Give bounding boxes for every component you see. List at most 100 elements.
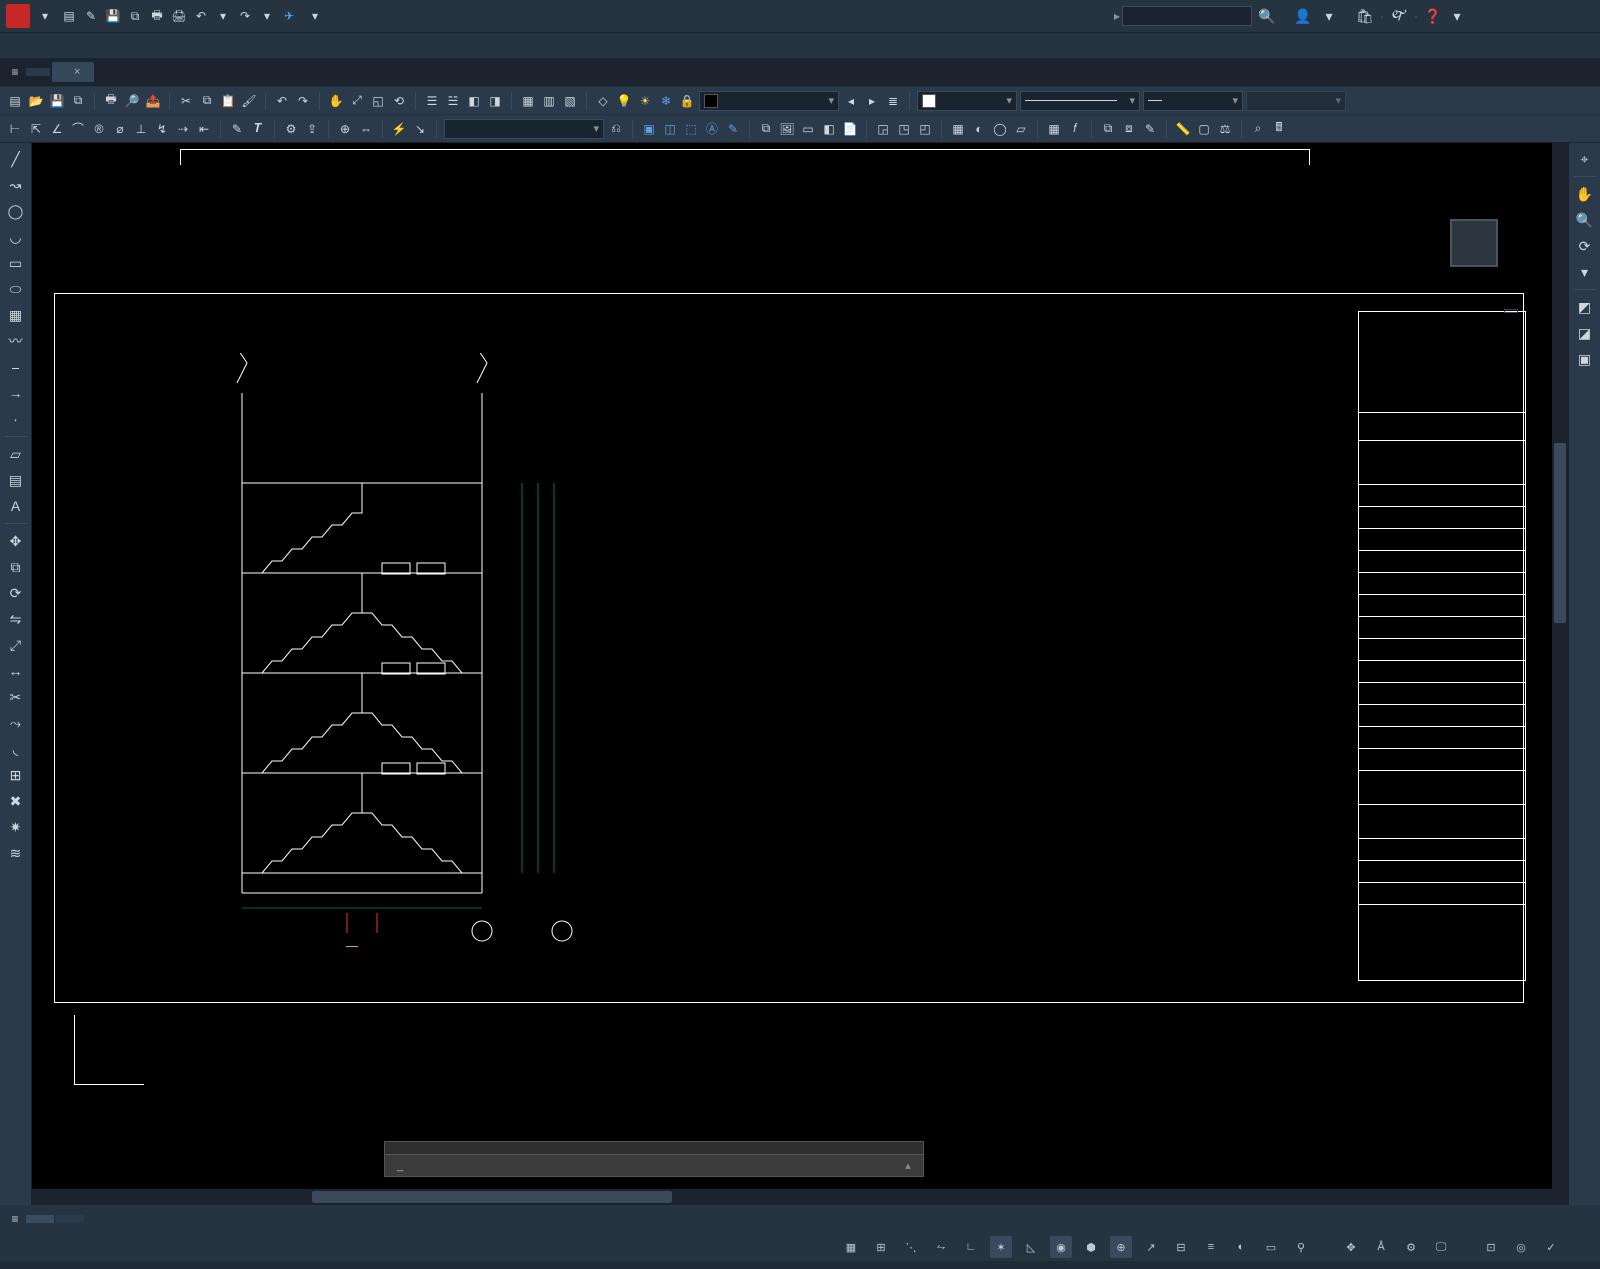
dim-angular-icon[interactable]: ∠ <box>48 120 66 138</box>
erase-icon[interactable]: ✖ <box>4 789 28 813</box>
qat-plot-icon[interactable]: 🖶 <box>148 7 166 25</box>
dim-jog-icon[interactable]: ↯ <box>153 120 171 138</box>
tab-new[interactable] <box>96 68 112 76</box>
tab-active[interactable]: × <box>52 62 94 82</box>
status-qs-icon[interactable]: ⚲ <box>1290 1236 1312 1258</box>
drawing-canvas[interactable]: _ ▴ <box>32 143 1568 1205</box>
rb-layers-icon[interactable]: ☱ <box>444 92 462 110</box>
battr-icon[interactable]: Ⓐ <box>703 120 721 138</box>
rb-saveas-icon[interactable]: ⧉ <box>69 92 87 110</box>
status-mon-icon[interactable]: 🖵 <box>1430 1236 1452 1258</box>
arc-icon[interactable]: ◡ <box>4 225 28 249</box>
status-hw-icon[interactable]: ⊡ <box>1480 1236 1502 1258</box>
rb-print-icon[interactable]: 🖶 <box>102 92 120 110</box>
scale-icon[interactable]: ⤢ <box>4 633 28 657</box>
qdim-icon[interactable]: ⚡ <box>390 120 408 138</box>
mldstyle-icon[interactable]: ⎌ <box>607 120 625 138</box>
status-ans-icon[interactable]: Å <box>1370 1236 1392 1258</box>
mirror-icon[interactable]: ⇋ <box>4 607 28 631</box>
rb-laywalk-icon[interactable]: ≣ <box>884 92 902 110</box>
dwf-icon[interactable]: ▭ <box>799 120 817 138</box>
rb-sun-icon[interactable]: ☀ <box>636 92 654 110</box>
layer-combo[interactable]: ▾ <box>699 91 839 111</box>
tab-layout-new[interactable] <box>86 1215 102 1223</box>
apps-icon[interactable]: 🙰 <box>1390 7 1408 25</box>
maximize-button[interactable] <box>1520 2 1556 30</box>
xref-icon[interactable]: ⧉ <box>757 120 775 138</box>
nav-pan-icon[interactable]: ✋ <box>1573 182 1597 206</box>
status-infer-icon[interactable]: ⋱ <box>900 1236 922 1258</box>
nav-zoom-icon[interactable]: 🔍 <box>1573 208 1597 232</box>
menu-help[interactable] <box>248 43 268 49</box>
viewcube[interactable] <box>1424 203 1524 303</box>
cart-icon[interactable]: 🛍 <box>1356 7 1374 25</box>
rb-open-icon[interactable]: 📂 <box>27 92 45 110</box>
rb-publish-icon[interactable]: 📤 <box>144 92 162 110</box>
offset-icon[interactable]: ≋ <box>4 841 28 865</box>
ellipse-icon[interactable]: ⬭ <box>4 277 28 301</box>
app-icon[interactable] <box>6 4 30 28</box>
docwin-close-icon[interactable] <box>1570 37 1588 55</box>
help-dd-icon[interactable]: ▾ <box>1448 7 1466 25</box>
status-ws-icon[interactable]: ⚙ <box>1400 1236 1422 1258</box>
ref2-icon[interactable]: ◳ <box>895 120 913 138</box>
rb-design-icon[interactable]: ◧ <box>465 92 483 110</box>
menu-dimension[interactable] <box>160 43 180 49</box>
search-icon[interactable]: 🔍 <box>1258 7 1276 25</box>
cmd-up-icon[interactable]: ▴ <box>899 1157 917 1175</box>
layouttabs-menu-icon[interactable]: ≡ <box>6 1210 24 1228</box>
filetab-menu-icon[interactable]: ≡ <box>6 63 24 81</box>
status-ortho-icon[interactable]: ∟ <box>960 1236 982 1258</box>
menu-format[interactable] <box>94 43 114 49</box>
rb-zoomext-icon[interactable]: ⤢ <box>348 92 366 110</box>
ray-icon[interactable]: → <box>4 381 28 405</box>
area-icon[interactable]: ▢ <box>1195 120 1213 138</box>
app-menu-dropdown-icon[interactable]: ▾ <box>36 7 54 25</box>
lineweight-combo[interactable]: ▾ <box>1143 91 1243 111</box>
rb-tpal3-icon[interactable]: ▧ <box>561 92 579 110</box>
rb-tpal1-icon[interactable]: ▦ <box>519 92 537 110</box>
rb-redo2-icon[interactable]: ↷ <box>294 92 312 110</box>
dim-arc-icon[interactable]: ⌒ <box>69 120 87 138</box>
pline-icon[interactable]: ↝ <box>4 173 28 197</box>
dgn-icon[interactable]: ◧ <box>820 120 838 138</box>
command-input[interactable] <box>409 1159 893 1172</box>
scrollbar-h[interactable] <box>32 1189 1552 1205</box>
dim-space-icon[interactable]: ⇔ <box>357 120 375 138</box>
rb-new-icon[interactable]: ▤ <box>6 92 24 110</box>
stretch-icon[interactable]: ↔ <box>4 659 28 683</box>
status-iso-icon[interactable]: ◺ <box>1020 1236 1042 1258</box>
minimize-button[interactable] <box>1482 2 1518 30</box>
rotate-icon[interactable]: ⟳ <box>4 581 28 605</box>
rb-lock-icon[interactable]: 🔒 <box>678 92 696 110</box>
point-icon[interactable]: · <box>4 407 28 431</box>
wblock-icon[interactable]: ⬚ <box>682 120 700 138</box>
login-button[interactable]: 👤 ▾ <box>1294 7 1338 25</box>
qat-undo-dd-icon[interactable]: ▾ <box>214 7 232 25</box>
mleader-icon[interactable]: ↘ <box>411 120 429 138</box>
qat-redo-dd-icon[interactable]: ▾ <box>258 7 276 25</box>
field-icon[interactable]: 𝑓 <box>1066 120 1084 138</box>
mtext-icon[interactable]: A <box>4 494 28 518</box>
xline-icon[interactable]: ⎯ <box>4 355 28 379</box>
rb-pan-icon[interactable]: ✋ <box>327 92 345 110</box>
boundary-icon[interactable]: ◯ <box>991 120 1009 138</box>
status-cfg-icon[interactable] <box>1570 1236 1592 1258</box>
nav-orbit-icon[interactable]: ⟳ <box>1573 234 1597 258</box>
dim-base-icon[interactable]: ⇤ <box>195 120 213 138</box>
rb-zoomprev-icon[interactable]: ⟲ <box>390 92 408 110</box>
close-button[interactable] <box>1558 2 1594 30</box>
menu-file[interactable] <box>6 43 26 49</box>
qat-share-icon[interactable]: ✈ <box>280 7 298 25</box>
search-input[interactable] <box>1122 6 1252 26</box>
rb-tpal2-icon[interactable]: ▥ <box>540 92 558 110</box>
gradient-icon[interactable]: ◐ <box>970 120 988 138</box>
pdf-icon[interactable]: 📄 <box>841 120 859 138</box>
hatch-icon[interactable]: ▦ <box>949 120 967 138</box>
status-mode-label[interactable] <box>820 1245 832 1249</box>
region2-icon[interactable]: ▱ <box>4 442 28 466</box>
menu-parametric[interactable] <box>204 43 224 49</box>
navbar-wheel-icon[interactable]: ⌖ <box>1573 147 1597 171</box>
status-ic-icon[interactable]: ◎ <box>1510 1236 1532 1258</box>
ref3-icon[interactable]: ◰ <box>916 120 934 138</box>
